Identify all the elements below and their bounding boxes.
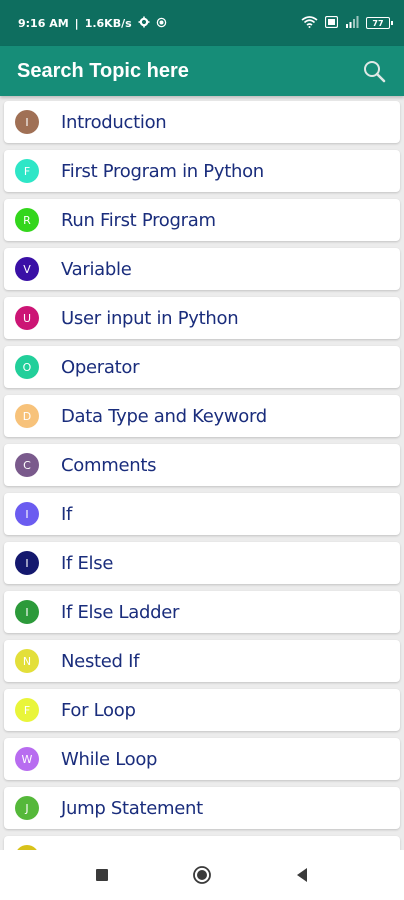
- back-icon[interactable]: [287, 860, 317, 890]
- topic-label: Data Type and Keyword: [61, 405, 267, 427]
- topic-letter-avatar: V: [15, 257, 39, 281]
- topic-list-item[interactable]: R Run First Program: [4, 199, 400, 241]
- topic-list-item[interactable]: F First Program in Python: [4, 150, 400, 192]
- topic-list-item[interactable]: [4, 836, 400, 850]
- topic-letter-avatar: I: [15, 502, 39, 526]
- sim-card-icon: [324, 15, 339, 31]
- topic-list-item[interactable]: D Data Type and Keyword: [4, 395, 400, 437]
- topic-list-item[interactable]: U User input in Python: [4, 297, 400, 339]
- system-nav-bar: [0, 850, 404, 900]
- status-time: 9:16 AM: [18, 16, 69, 30]
- topic-list-item[interactable]: W While Loop: [4, 738, 400, 780]
- status-right: 77: [301, 15, 393, 31]
- topic-label: If Else Ladder: [61, 601, 180, 623]
- topic-label: If Else: [61, 552, 114, 574]
- hotspot-icon: [156, 17, 167, 30]
- topic-label: If: [61, 503, 73, 525]
- search-icon[interactable]: [360, 57, 388, 85]
- topic-letter-avatar: U: [15, 306, 39, 330]
- topic-label: While Loop: [61, 748, 158, 770]
- topic-letter-avatar: I: [15, 110, 39, 134]
- topic-letter-avatar: D: [15, 404, 39, 428]
- topic-list-item[interactable]: I If: [4, 493, 400, 535]
- signal-icon: [345, 15, 359, 31]
- topic-label: Jump Statement: [61, 797, 203, 819]
- topic-label: First Program in Python: [61, 160, 264, 182]
- status-separator: |: [74, 16, 79, 30]
- topic-label: Run First Program: [61, 209, 216, 231]
- home-icon[interactable]: [187, 860, 217, 890]
- battery-icon: 77: [366, 17, 393, 29]
- status-bar: 9:16 AM | 1.6KB/s 77: [0, 0, 404, 46]
- topic-list-item[interactable]: F For Loop: [4, 689, 400, 731]
- topic-label: For Loop: [61, 699, 136, 721]
- topic-label: Introduction: [61, 111, 167, 133]
- topic-list-item[interactable]: O Operator: [4, 346, 400, 388]
- topic-label: Operator: [61, 356, 140, 378]
- topic-letter-avatar: I: [15, 600, 39, 624]
- topic-letter-avatar: O: [15, 355, 39, 379]
- topic-label: Variable: [61, 258, 132, 280]
- topic-list[interactable]: I Introduction F First Program in Python R Ru…: [0, 98, 404, 850]
- topic-letter-avatar: C: [15, 453, 39, 477]
- topic-letter-avatar: N: [15, 649, 39, 673]
- battery-level: 77: [372, 18, 384, 28]
- topic-label: User input in Python: [61, 307, 239, 329]
- topic-list-item[interactable]: J Jump Statement: [4, 787, 400, 829]
- topic-list-item[interactable]: N Nested If: [4, 640, 400, 682]
- topic-letter-avatar: I: [15, 551, 39, 575]
- search-topic-title[interactable]: Search Topic here: [17, 60, 189, 83]
- topic-list-item[interactable]: I Introduction: [4, 101, 400, 143]
- topic-letter-avatar: J: [15, 796, 39, 820]
- topic-list-item[interactable]: V Variable: [4, 248, 400, 290]
- topic-list-item[interactable]: I If Else: [4, 542, 400, 584]
- wifi-icon: [301, 15, 318, 31]
- network-speed: 1.6KB/s: [84, 16, 132, 30]
- topic-list-item[interactable]: C Comments: [4, 444, 400, 486]
- topic-letter-avatar: W: [15, 747, 39, 771]
- topic-list-item[interactable]: I If Else Ladder: [4, 591, 400, 633]
- topic-letter-avatar: F: [15, 698, 39, 722]
- topic-letter-avatar: F: [15, 159, 39, 183]
- app-bar: Search Topic here: [0, 46, 404, 96]
- topic-letter-avatar: R: [15, 208, 39, 232]
- status-left: 9:16 AM | 1.6KB/s: [18, 16, 167, 30]
- topic-label: Comments: [61, 454, 157, 476]
- topic-label: Nested If: [61, 650, 140, 672]
- recent-apps-icon[interactable]: [87, 860, 117, 890]
- settings-gear-icon: [138, 16, 150, 30]
